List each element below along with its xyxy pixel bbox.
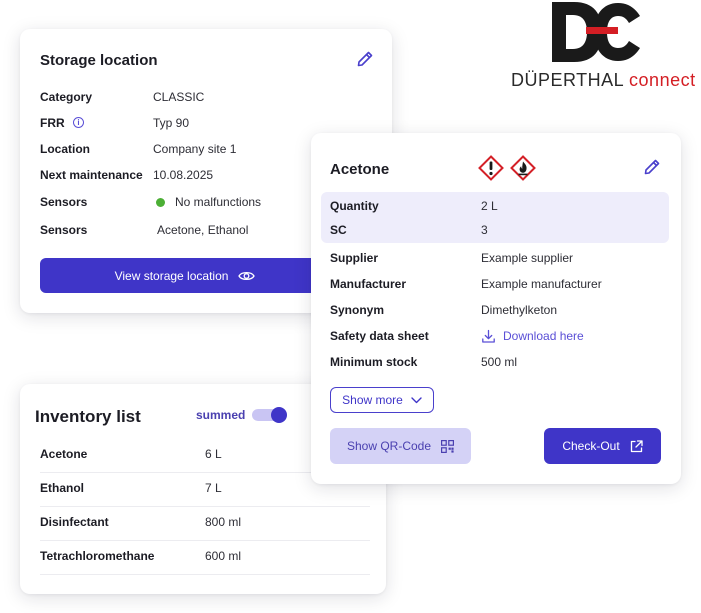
download-link-label: Download here	[503, 329, 584, 343]
substance-title: Acetone	[330, 161, 390, 178]
dc-logo-mark-icon	[552, 2, 640, 62]
summed-toggle-label: summed	[196, 408, 246, 422]
row-label: Supplier	[330, 251, 379, 265]
button-label: Check-Out	[562, 439, 620, 453]
button-label: Show QR-Code	[346, 439, 432, 453]
row-value: Example manufacturer	[481, 277, 602, 291]
external-link-icon	[630, 439, 643, 452]
item-name: Tetrachloromethane	[40, 549, 155, 563]
view-storage-location-button[interactable]: View storage location	[40, 258, 330, 293]
row-value: No malfunctions	[175, 195, 262, 209]
info-icon[interactable]: i	[73, 117, 84, 128]
item-amount: 600 ml	[205, 549, 242, 563]
row-label: Next maintenance	[40, 168, 143, 182]
row-label: Minimum stock	[330, 355, 418, 369]
row-value: CLASSIC	[153, 90, 205, 104]
qr-code-icon	[441, 439, 455, 453]
show-more-button[interactable]: Show more	[330, 387, 434, 413]
chevron-down-icon	[411, 396, 422, 403]
row-label: Quantity	[330, 199, 379, 213]
status-ok-dot-icon	[156, 198, 165, 207]
download-icon	[482, 329, 495, 343]
flammable-hazard-icon	[510, 155, 536, 181]
row-value: Typ 90	[153, 116, 190, 130]
substance-detail-card: Acetone Quantity 2 L SC 3 Supplier Examp…	[311, 133, 681, 484]
logo-brand-text: DÜPERTHAL	[511, 70, 624, 90]
row-label: Manufacturer	[330, 277, 407, 291]
summed-toggle-switch[interactable]	[252, 406, 288, 424]
row-label: FRR	[40, 116, 65, 130]
storage-card-title: Storage location	[40, 52, 158, 69]
item-amount: 800 ml	[205, 515, 242, 529]
button-label: Show more	[342, 393, 403, 407]
row-value: Example supplier	[481, 251, 574, 265]
show-qr-code-button[interactable]: Show QR-Code	[330, 428, 471, 464]
eye-icon	[238, 271, 256, 280]
row-label: Sensors	[40, 195, 88, 209]
exclamation-mark-hazard-icon	[478, 155, 504, 181]
edit-pencil-icon[interactable]	[355, 49, 375, 69]
inventory-row[interactable]: Disinfectant 800 ml	[40, 507, 370, 541]
row-value: Acetone, Ethanol	[157, 223, 249, 237]
logo-connect-text: connect	[629, 70, 696, 90]
row-label: Synonym	[330, 303, 385, 317]
item-name: Acetone	[40, 447, 88, 461]
row-label: Safety data sheet	[330, 329, 429, 343]
item-amount: 7 L	[205, 481, 222, 495]
row-label: Location	[40, 142, 90, 156]
row-label: Sensors	[40, 223, 88, 237]
inventory-row[interactable]: Tetrachloromethane 600 ml	[40, 541, 370, 575]
row-value: Company site 1	[153, 142, 237, 156]
button-label: View storage location	[114, 268, 229, 283]
row-divider	[40, 574, 370, 575]
toggle-knob	[271, 407, 287, 423]
row-value: Dimethylketon	[481, 303, 558, 317]
row-label: Category	[40, 90, 93, 104]
company-logo: DÜPERTHAL connect	[508, 0, 695, 95]
row-value: 2 L	[481, 199, 498, 213]
check-out-button[interactable]: Check-Out	[544, 428, 661, 464]
item-amount: 6 L	[205, 447, 222, 461]
item-name: Disinfectant	[40, 515, 109, 529]
row-label: SC	[330, 223, 347, 237]
row-value: 10.08.2025	[153, 168, 214, 182]
item-name: Ethanol	[40, 481, 84, 495]
row-value: 500 ml	[481, 355, 518, 369]
inventory-title: Inventory list	[35, 407, 141, 426]
row-value: 3	[481, 223, 488, 237]
download-sds-link[interactable]: Download here	[481, 328, 584, 344]
edit-pencil-icon[interactable]	[642, 157, 662, 177]
